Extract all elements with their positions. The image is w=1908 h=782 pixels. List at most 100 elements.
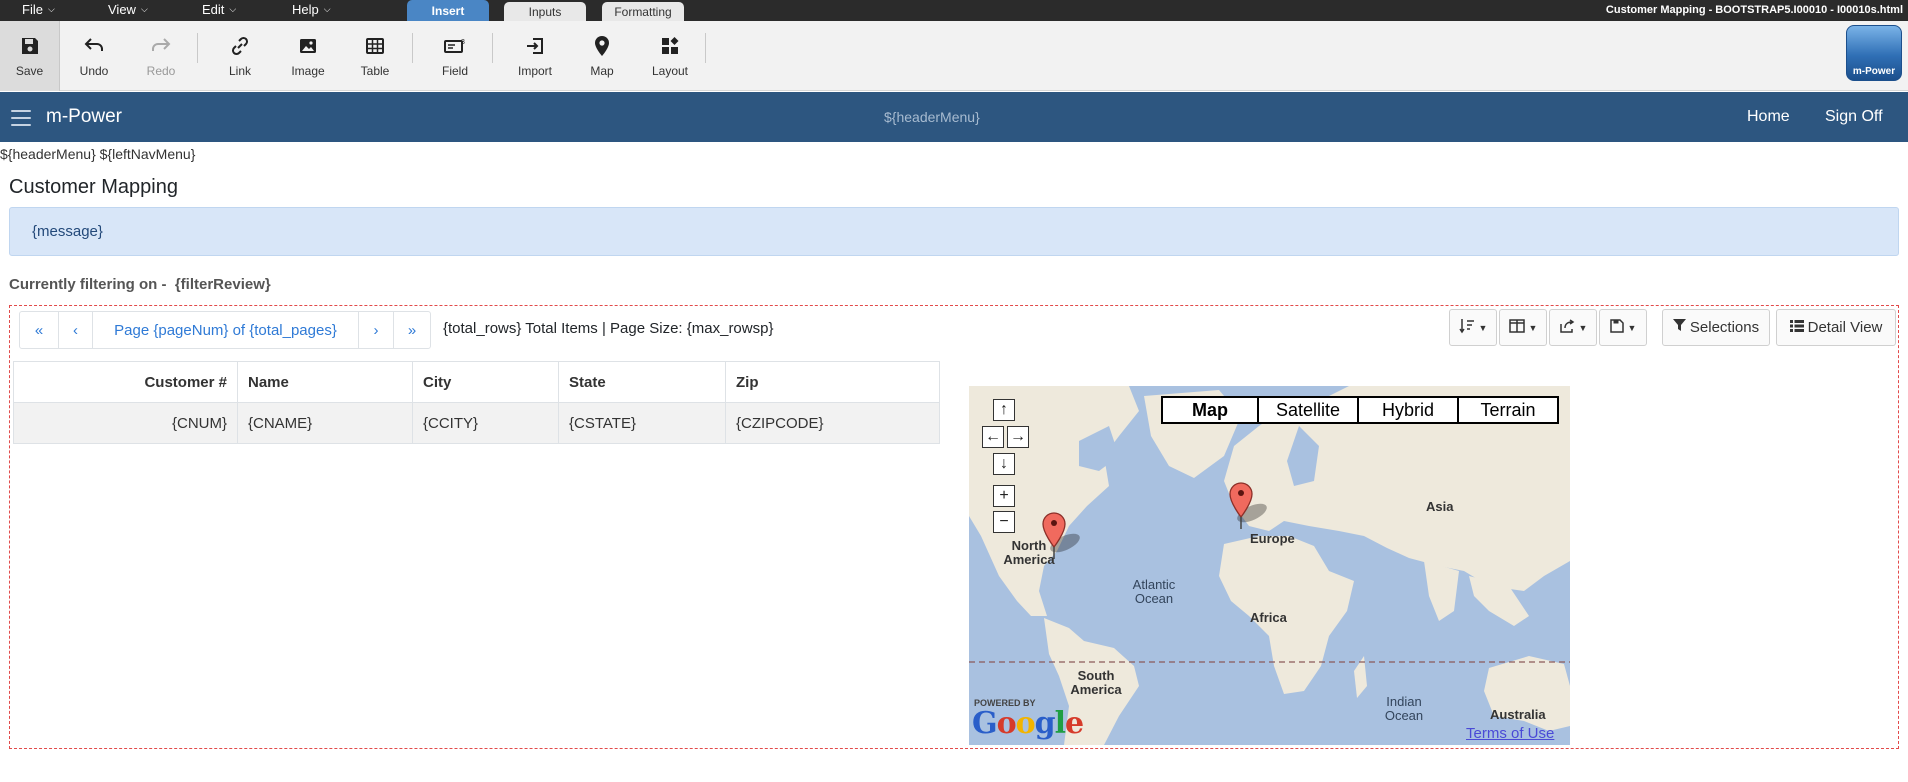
brand-name[interactable]: m-Power bbox=[46, 106, 122, 128]
table-label: Table bbox=[360, 64, 390, 78]
prev-page-button[interactable]: ‹ bbox=[59, 312, 93, 348]
m-power-logo: m-Power bbox=[1846, 25, 1902, 81]
page-title: Customer Mapping bbox=[9, 176, 178, 198]
map-pin-icon bbox=[590, 34, 614, 58]
header-menu-placeholder: ${headerMenu} bbox=[884, 109, 980, 125]
image-icon bbox=[296, 34, 320, 58]
table-icon bbox=[363, 34, 387, 58]
save-label: Save bbox=[15, 64, 44, 78]
world-map[interactable]: Map Satellite Hybrid Terrain ↑ ← → ↓ + −… bbox=[969, 386, 1570, 745]
field-button[interactable]: 3 Field bbox=[433, 21, 477, 91]
map-type-hybrid[interactable]: Hybrid bbox=[1359, 398, 1459, 422]
undo-button[interactable]: Undo bbox=[72, 21, 116, 91]
filter-label: Currently filtering on - bbox=[9, 276, 167, 293]
undo-icon bbox=[82, 34, 106, 58]
import-label: Import bbox=[517, 64, 552, 78]
column-header-name[interactable]: Name bbox=[237, 361, 413, 403]
pan-down-icon[interactable]: ↓ bbox=[993, 453, 1015, 475]
layout-icon bbox=[658, 34, 682, 58]
map-marker-pin-icon[interactable] bbox=[1041, 511, 1080, 559]
filter-value: {filterReview} bbox=[174, 276, 271, 293]
sort-button[interactable]: ▼ bbox=[1449, 309, 1497, 346]
zoom-in-icon[interactable]: + bbox=[993, 485, 1015, 507]
column-header-customer-num[interactable]: Customer # bbox=[13, 361, 238, 403]
tab-insert[interactable]: Insert bbox=[407, 0, 489, 21]
chevron-down-icon: ⌵ bbox=[140, 4, 148, 14]
selections-button[interactable]: Selections bbox=[1662, 309, 1770, 346]
report-container: « ‹ Page {pageNum} of {total_pages} › » … bbox=[9, 305, 1899, 749]
nav-home-link[interactable]: Home bbox=[1747, 108, 1790, 126]
menu-edit[interactable]: Edit ⌵ bbox=[202, 2, 236, 17]
menu-edit-label: Edit bbox=[202, 2, 225, 17]
label-australia: Australia bbox=[1490, 707, 1546, 722]
label-atlantic-ocean: Atlantic Ocean bbox=[1132, 577, 1176, 606]
last-page-button[interactable]: » bbox=[394, 312, 430, 348]
menu-file[interactable]: File ⌵ bbox=[22, 2, 55, 17]
link-button[interactable]: Link bbox=[218, 21, 262, 91]
menu-view[interactable]: View ⌵ bbox=[108, 2, 148, 17]
map-type-map[interactable]: Map bbox=[1163, 398, 1259, 422]
pan-up-icon[interactable]: ↑ bbox=[993, 399, 1015, 421]
menu-bar: File ⌵ View ⌵ Edit ⌵ Help ⌵ Insert Input… bbox=[0, 0, 1908, 21]
columns-button[interactable]: ▼ bbox=[1499, 309, 1547, 346]
next-page-button[interactable]: › bbox=[359, 312, 394, 348]
list-icon bbox=[1789, 319, 1804, 336]
link-icon bbox=[228, 34, 252, 58]
save-icon bbox=[1609, 318, 1624, 337]
menu-view-label: View bbox=[108, 2, 136, 17]
label-asia: Asia bbox=[1426, 499, 1454, 514]
layout-label: Layout bbox=[651, 64, 689, 78]
redo-icon bbox=[149, 34, 173, 58]
columns-icon bbox=[1508, 318, 1525, 337]
map-type-satellite[interactable]: Satellite bbox=[1259, 398, 1359, 422]
terms-of-use-link[interactable]: Terms of Use bbox=[1466, 725, 1554, 742]
map-type-terrain[interactable]: Terrain bbox=[1459, 398, 1557, 422]
hamburger-menu-icon[interactable] bbox=[11, 110, 31, 126]
cell-state: {CSTATE} bbox=[558, 402, 726, 444]
chevron-down-icon: ▼ bbox=[1528, 322, 1538, 333]
tab-inputs[interactable]: Inputs bbox=[504, 2, 586, 21]
menu-help-label: Help bbox=[292, 2, 319, 17]
map-button[interactable]: Map bbox=[580, 21, 624, 91]
tab-formatting[interactable]: Formatting bbox=[602, 2, 684, 21]
menu-help[interactable]: Help ⌵ bbox=[292, 2, 331, 17]
image-button[interactable]: Image bbox=[286, 21, 330, 91]
table-button[interactable]: Table bbox=[353, 21, 397, 91]
label-indian-ocean: Indian Ocean bbox=[1384, 694, 1424, 723]
map-type-selector: Map Satellite Hybrid Terrain bbox=[1161, 396, 1559, 424]
layout-button[interactable]: Layout bbox=[647, 21, 693, 91]
save-view-button[interactable]: ▼ bbox=[1599, 309, 1647, 346]
message-alert: {message} bbox=[9, 207, 1899, 256]
save-button[interactable]: Save bbox=[0, 21, 60, 91]
column-header-zip[interactable]: Zip bbox=[725, 361, 940, 403]
first-page-button[interactable]: « bbox=[20, 312, 59, 348]
map-marker-pin-icon[interactable] bbox=[1228, 481, 1267, 529]
pagination: « ‹ Page {pageNum} of {total_pages} › » bbox=[19, 311, 431, 349]
toolbar-divider bbox=[197, 33, 198, 63]
toolbar-divider bbox=[492, 33, 493, 63]
pan-right-icon[interactable]: → bbox=[1007, 426, 1029, 448]
label-south-america: South America bbox=[1070, 668, 1122, 697]
chevron-down-icon: ⌵ bbox=[323, 4, 331, 14]
selections-label: Selections bbox=[1689, 319, 1760, 336]
column-header-city[interactable]: City bbox=[412, 361, 559, 403]
table-row[interactable]: {CNUM} {CNAME} {CCITY} {CSTATE} {CZIPCOD… bbox=[13, 402, 940, 444]
import-button[interactable]: Import bbox=[513, 21, 557, 91]
share-icon bbox=[1559, 318, 1575, 337]
redo-button[interactable]: Redo bbox=[139, 21, 183, 91]
message-text: {message} bbox=[32, 223, 103, 240]
zoom-out-icon[interactable]: − bbox=[993, 511, 1015, 533]
detail-view-label: Detail View bbox=[1807, 319, 1883, 336]
nav-sign-off-link[interactable]: Sign Off bbox=[1825, 108, 1883, 126]
cell-city: {CCITY} bbox=[412, 402, 559, 444]
column-header-state[interactable]: State bbox=[558, 361, 726, 403]
google-logo: Google bbox=[972, 706, 1084, 741]
chevron-down-icon: ▼ bbox=[1627, 322, 1637, 333]
detail-view-button[interactable]: Detail View bbox=[1776, 309, 1896, 346]
pan-left-icon[interactable]: ← bbox=[982, 426, 1004, 448]
svg-text:3: 3 bbox=[461, 39, 465, 46]
export-button[interactable]: ▼ bbox=[1549, 309, 1597, 346]
field-label: Field bbox=[441, 64, 468, 78]
page-indicator[interactable]: Page {pageNum} of {total_pages} bbox=[93, 312, 359, 348]
chevron-down-icon: ▼ bbox=[1578, 322, 1588, 333]
